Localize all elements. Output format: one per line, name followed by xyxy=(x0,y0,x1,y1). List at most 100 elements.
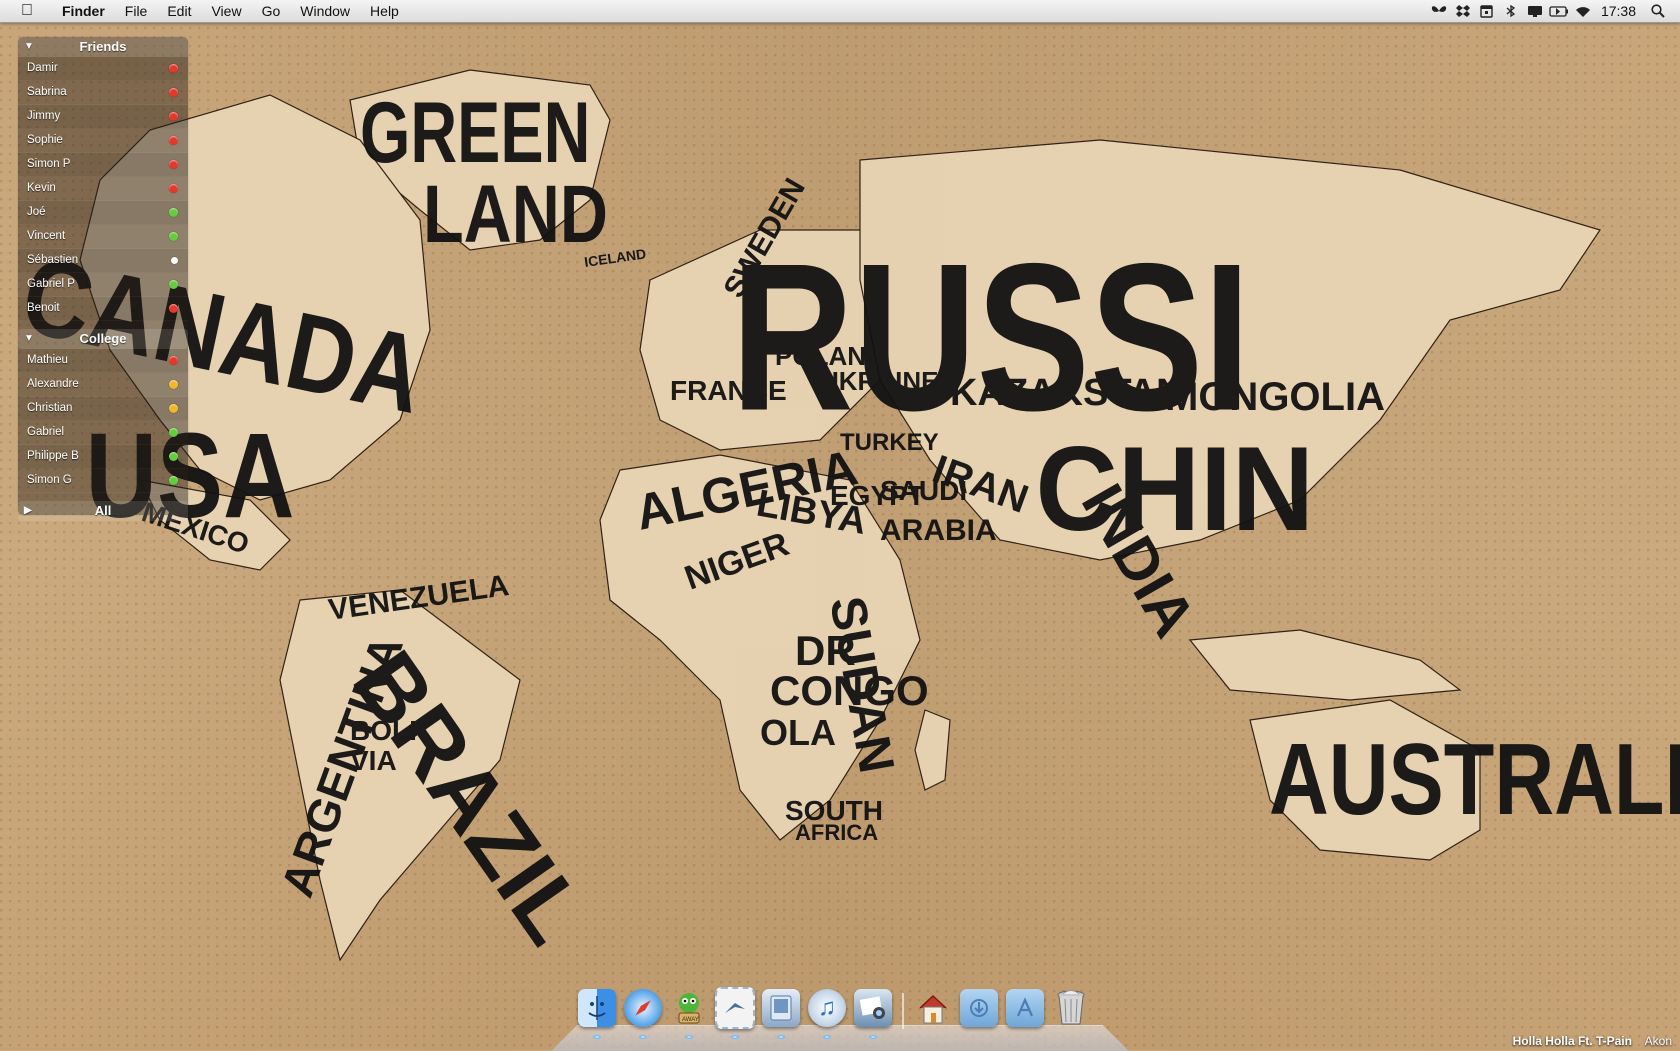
bluetooth-icon[interactable] xyxy=(1499,0,1523,22)
buddy-row[interactable]: Benoit xyxy=(18,297,188,321)
svg-text:CONGO: CONGO xyxy=(770,667,929,714)
mobile-status-icon xyxy=(171,257,178,264)
svg-text:GREEN: GREEN xyxy=(360,85,590,181)
svg-text:FRANCE: FRANCE xyxy=(670,375,787,406)
dock-running-indicator xyxy=(639,1035,647,1039)
buddy-row[interactable]: Sabrina xyxy=(18,81,188,105)
dock-separator xyxy=(902,993,904,1029)
buddy-row[interactable]: Sophie xyxy=(18,129,188,153)
buddy-row[interactable]: Damir xyxy=(18,57,188,81)
buddy-row[interactable]: Simon G xyxy=(18,469,188,493)
svg-text:TURKEY: TURKEY xyxy=(840,429,939,456)
dock-running-indicator xyxy=(823,1035,831,1039)
buddy-row[interactable]: Kevin xyxy=(18,177,188,201)
buddy-row[interactable]: Simon P xyxy=(18,153,188,177)
svg-text:RUSSI: RUSSI xyxy=(731,220,1251,454)
menu-window[interactable]: Window xyxy=(290,0,360,22)
buddy-row[interactable]: Philippe B xyxy=(18,445,188,469)
disclosure-expanded-icon[interactable]: ▼ xyxy=(24,37,34,57)
dock-downloads-folder[interactable] xyxy=(959,987,999,1029)
spotlight-search-icon[interactable] xyxy=(1646,0,1670,22)
dock-preview[interactable] xyxy=(761,987,801,1039)
finder-icon xyxy=(578,989,616,1027)
now-playing-widget: Holla Holla Ft. T-Pain Akon xyxy=(1513,1034,1672,1048)
dock-running-indicator xyxy=(731,1035,739,1039)
menu-view[interactable]: View xyxy=(201,0,251,22)
dock-mail[interactable] xyxy=(715,987,755,1039)
svg-text:OLA: OLA xyxy=(760,712,836,753)
menu-app-name[interactable]: Finder xyxy=(52,0,115,22)
svg-text:KAZAKSTAN: KAZAKSTAN xyxy=(950,372,1184,414)
status-indicator-icon xyxy=(169,380,178,389)
buddy-name: Alexandre xyxy=(27,378,79,390)
svg-text:LAND: LAND xyxy=(423,169,608,260)
dock-applications-folder[interactable] xyxy=(1005,987,1045,1029)
dock-safari[interactable] xyxy=(623,987,663,1039)
buddy-name: Simon G xyxy=(27,474,72,486)
buddy-row[interactable]: Vincent xyxy=(18,225,188,249)
buddy-name: Sophie xyxy=(27,134,63,146)
buddy-name: Mathieu xyxy=(27,354,68,366)
dock-finder[interactable] xyxy=(577,987,617,1039)
group-header-college[interactable]: ▼ College xyxy=(18,329,188,349)
buddy-row[interactable]: Christian xyxy=(18,397,188,421)
dock-running-indicator xyxy=(685,1035,693,1039)
buddy-row[interactable]: Jimmy xyxy=(18,105,188,129)
battery-icon[interactable] xyxy=(1547,0,1571,22)
dock-adium[interactable]: AWAY xyxy=(669,987,709,1039)
disclosure-expanded-icon[interactable]: ▼ xyxy=(24,329,34,349)
butterfly-icon[interactable] xyxy=(1427,0,1451,22)
buddy-row[interactable]: Mathieu xyxy=(18,349,188,373)
contact-list-widget: ▼ Friends Damir Sabrina Jimmy Sophie Simon P Ke… xyxy=(18,37,188,521)
svg-text:AWAY: AWAY xyxy=(682,1017,699,1023)
buddy-name: Joé xyxy=(27,206,46,218)
buddy-name: Simon P xyxy=(27,158,71,170)
status-indicator-icon xyxy=(169,476,178,485)
status-indicator-icon xyxy=(169,404,178,413)
status-indicator-icon xyxy=(169,88,178,97)
buddy-row[interactable]: Gabriel xyxy=(18,421,188,445)
buddy-row[interactable]: Joé xyxy=(18,201,188,225)
buddy-name: Jimmy xyxy=(27,110,61,122)
display-icon[interactable] xyxy=(1523,0,1547,22)
buddy-name: Sabrina xyxy=(27,86,67,98)
dock-trash[interactable] xyxy=(1051,987,1091,1029)
menu-go[interactable]: Go xyxy=(252,0,291,22)
menu-help[interactable]: Help xyxy=(360,0,409,22)
group-header-all[interactable]: ▶ All xyxy=(18,501,188,521)
group-header-friends[interactable]: ▼ Friends xyxy=(18,37,188,57)
status-indicator-icon xyxy=(169,280,178,289)
apple-logo-icon[interactable]:  xyxy=(16,2,38,20)
wifi-icon[interactable] xyxy=(1571,0,1595,22)
desktop-wallpaper: GREEN LAND ICELAND CANADA USA MEXICO RUS… xyxy=(0,0,1680,1050)
menu-edit[interactable]: Edit xyxy=(157,0,201,22)
buddy-list-college: Mathieu Alexandre Christian Gabriel Philippe… xyxy=(18,349,188,493)
applications-folder-icon xyxy=(1006,989,1044,1027)
itunes-icon: ♫ xyxy=(808,989,846,1027)
status-indicator-icon xyxy=(169,304,178,313)
buddy-name: Damir xyxy=(27,62,58,74)
dropbox-icon[interactable] xyxy=(1451,0,1475,22)
dock-iphoto[interactable] xyxy=(853,987,893,1039)
buddy-name: Gabriel P xyxy=(27,278,75,290)
iphoto-icon xyxy=(854,989,892,1027)
svg-text:ARABIA: ARABIA xyxy=(880,514,997,547)
buddy-name: Gabriel xyxy=(27,426,65,438)
buddy-name: Vincent xyxy=(27,230,66,242)
buddy-row[interactable]: Sébastien xyxy=(18,249,188,273)
disclosure-collapsed-icon[interactable]: ▶ xyxy=(24,501,32,521)
buddy-row[interactable]: Gabriel P xyxy=(18,273,188,297)
svg-text:AUSTRALIA: AUSTRALIA xyxy=(1269,722,1680,836)
menu-file[interactable]: File xyxy=(115,0,158,22)
dock-itunes[interactable]: ♫ xyxy=(807,987,847,1039)
status-indicator-icon xyxy=(169,452,178,461)
menu-clock[interactable]: 17:38 xyxy=(1595,3,1646,19)
dock-home-folder[interactable] xyxy=(913,987,953,1029)
buddy-row[interactable]: Alexandre xyxy=(18,373,188,397)
now-playing-artist: Akon xyxy=(1644,1034,1672,1048)
calendar-icon[interactable] xyxy=(1475,0,1499,22)
buddy-name: Sébastien xyxy=(27,254,79,266)
status-indicator-icon xyxy=(169,208,178,217)
menu-bar:  Finder File Edit View Go Window Help 1… xyxy=(0,0,1680,23)
